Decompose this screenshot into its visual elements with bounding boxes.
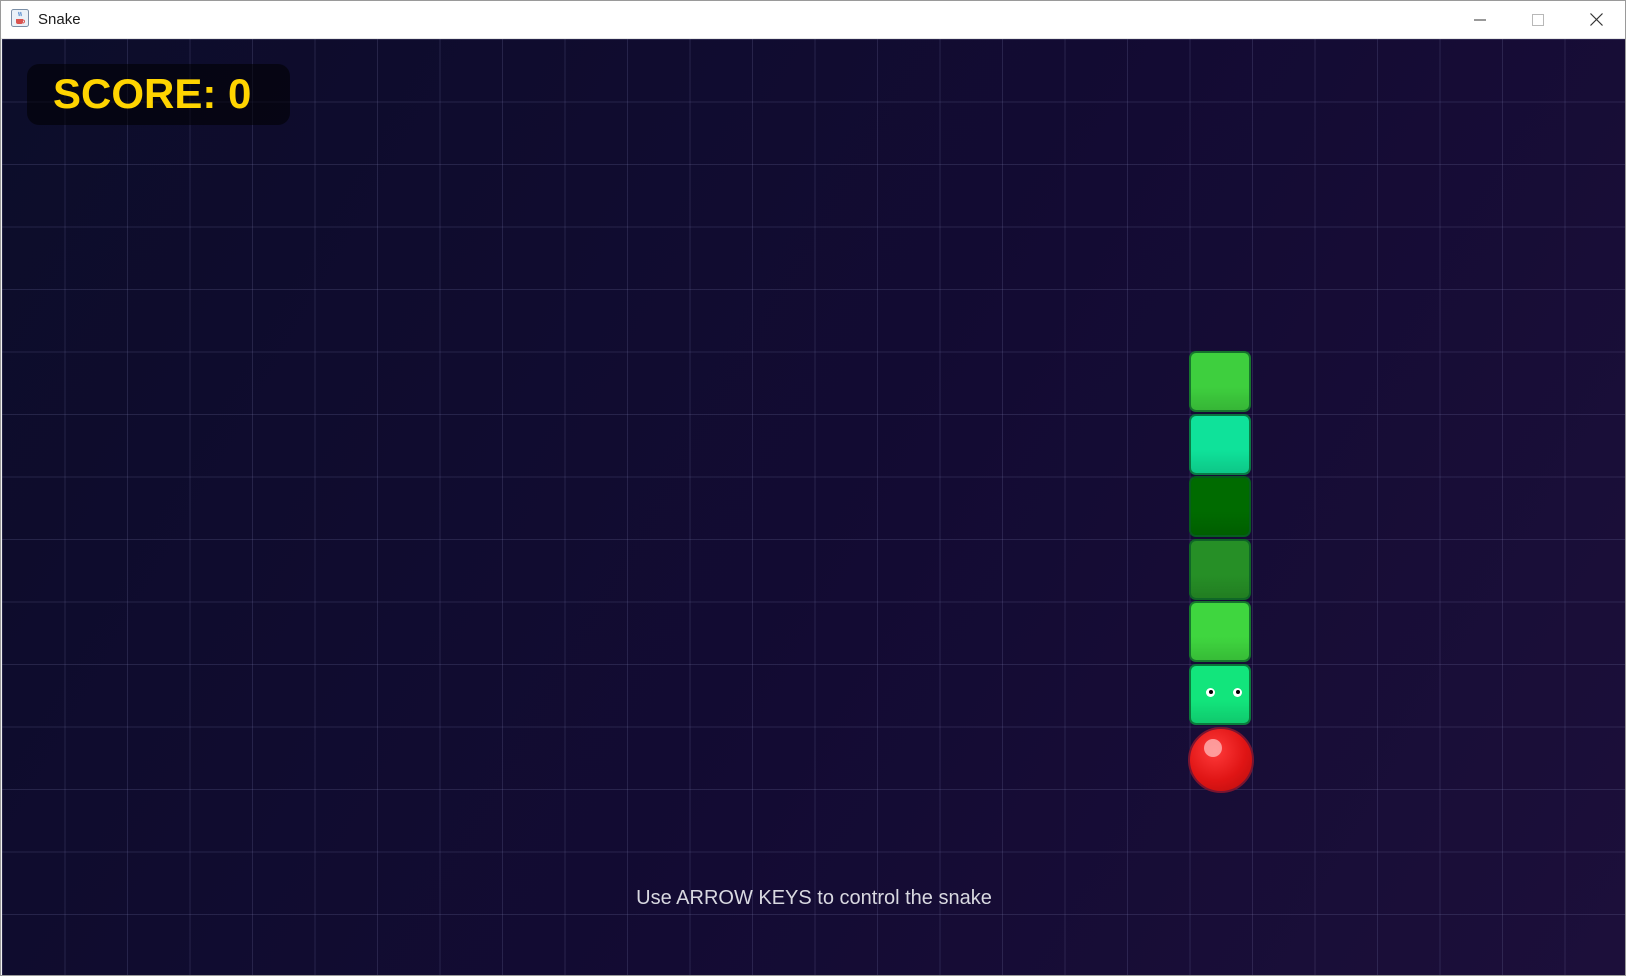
close-button[interactable] bbox=[1567, 1, 1625, 38]
snake-right-eye bbox=[1233, 687, 1242, 697]
title-bar[interactable]: Snake bbox=[1, 1, 1625, 39]
minimize-button[interactable] bbox=[1451, 1, 1509, 38]
java-cup-icon bbox=[11, 9, 29, 27]
window-title: Snake bbox=[38, 11, 81, 28]
food-apple bbox=[1188, 727, 1254, 793]
snake-left-eye bbox=[1206, 687, 1215, 697]
board-grid bbox=[2, 39, 1625, 975]
snake-head bbox=[1189, 663, 1251, 725]
snake-body-segment bbox=[1189, 538, 1251, 600]
snake-body-segment bbox=[1189, 413, 1251, 475]
minimize-icon bbox=[1474, 19, 1486, 20]
score-label: SCORE: 0 bbox=[53, 70, 252, 117]
close-icon bbox=[1589, 13, 1603, 26]
maximize-button[interactable] bbox=[1509, 1, 1567, 38]
maximize-icon bbox=[1532, 13, 1544, 26]
snake-body-segment bbox=[1189, 601, 1251, 662]
snake-body-segment bbox=[1189, 476, 1251, 537]
game-board[interactable]: SCORE: 0 Use ARROW KEYS to control the s… bbox=[2, 39, 1625, 975]
score-panel: SCORE: 0 bbox=[27, 64, 290, 125]
game-window: Snake SCORE: 0 Use ARROW KEYS to control… bbox=[0, 0, 1626, 976]
snake-tail bbox=[1189, 351, 1251, 412]
instructions-text: Use ARROW KEYS to control the snake bbox=[636, 887, 992, 909]
food-highlight bbox=[1204, 739, 1222, 757]
